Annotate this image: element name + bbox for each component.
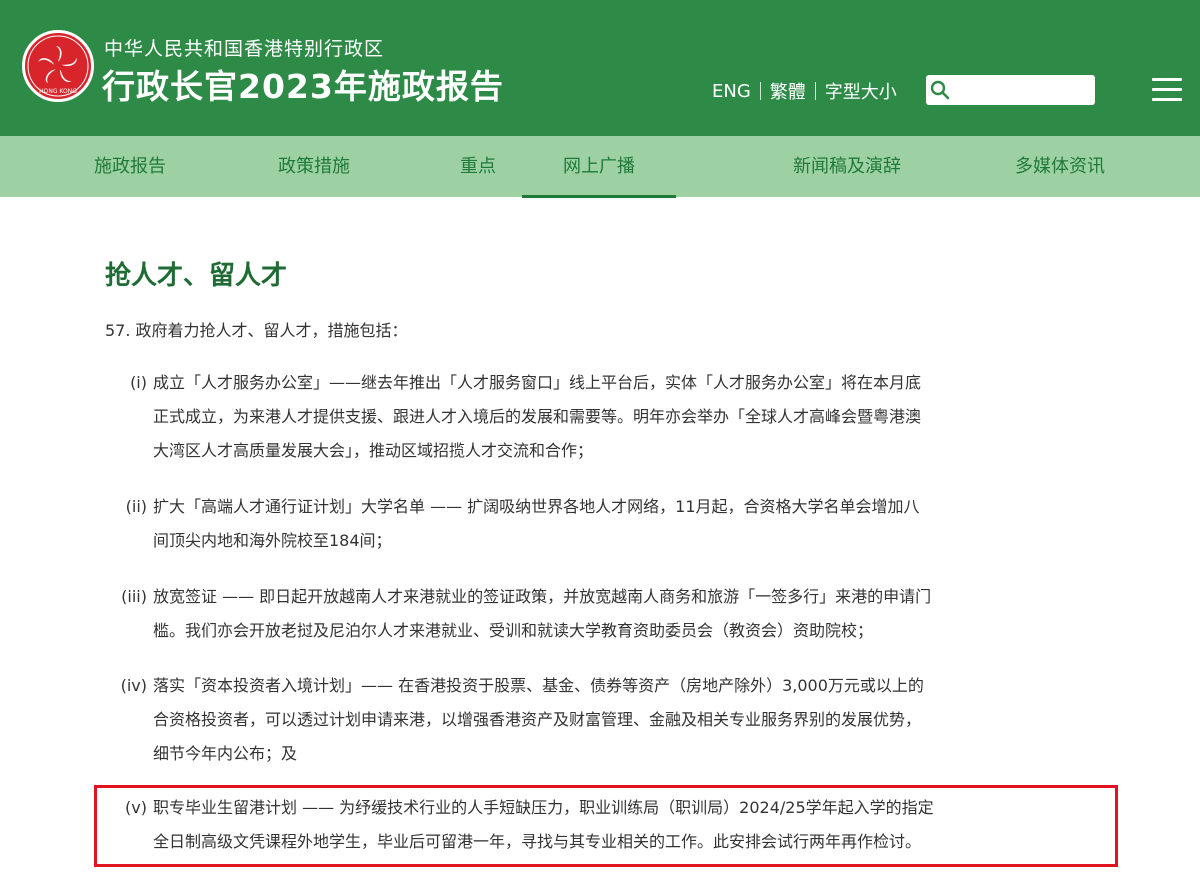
item-number: (ii) <box>125 497 147 516</box>
language-bar: ENG 繁體 字型大小 <box>712 78 897 104</box>
lang-divider <box>759 82 761 100</box>
site-header: HONG KONG 中华人民共和国香港特别行政区 行政长官2023年施政报告 E… <box>0 0 1200 136</box>
item-line: 放宽签证 —— 即日起开放越南人才来港就业的签证政策，并放宽越南人商务和旅游「一… <box>153 587 932 606</box>
item-line: 成立「人才服务办公室」——继去年推出「人才服务窗口」线上平台后，实体「人才服务办… <box>153 373 922 392</box>
hamburger-menu-icon[interactable] <box>1152 78 1182 102</box>
nav-item-highlights[interactable]: 重点 <box>440 136 516 197</box>
nav-item-policy-address[interactable]: 施政报告 <box>72 136 188 197</box>
nav-item-multimedia[interactable]: 多媒体资讯 <box>996 136 1124 197</box>
search-input[interactable] <box>954 79 1090 101</box>
item-number: (iv) <box>120 676 147 695</box>
item-text: 成立「人才服务办公室」——继去年推出「人才服务窗口」线上平台后，实体「人才服务办… <box>153 366 1095 468</box>
item-line: 间顶尖内地和海外院校至184间； <box>153 531 392 550</box>
nav-item-webcast[interactable]: 网上广播 <box>522 136 676 198</box>
item-number: (i) <box>130 373 147 392</box>
nav-item-policy-measures[interactable]: 政策措施 <box>256 136 372 197</box>
item-text: 扩大「高端人才通行证计划」大学名单 —— 扩阔吸纳世界各地人才网络，11月起，合… <box>153 490 1095 558</box>
item-line: 正式成立，为来港人才提供支援、跟进人才入境后的发展和需要等。明年亦会举办「全球人… <box>153 407 922 426</box>
emblem-text: HONG KONG <box>39 88 77 95</box>
measure-item-iii: (iii) 放宽签证 —— 即日起开放越南人才来港就业的签证政策，并放宽越南人商… <box>105 580 1095 648</box>
measure-item-iv: (iv) 落实「资本投资者入境计划」—— 在香港投资于股票、基金、债券等资产（房… <box>105 669 1095 771</box>
item-text: 落实「资本投资者入境计划」—— 在香港投资于股票、基金、债券等资产（房地产除外）… <box>153 669 1095 771</box>
item-line: 槛。我们亦会开放老挝及尼泊尔人才来港就业、受训和就读大学教育资助委员会（教资会）… <box>153 621 874 640</box>
page-site-title[interactable]: 行政长官2023年施政报告 <box>102 60 504 108</box>
item-line: 合资格投资者，可以透过计划申请来港，以增强香港资产及财富管理、金融及相关专业服务… <box>153 710 922 729</box>
item-text: 放宽签证 —— 即日起开放越南人才来港就业的签证政策，并放宽越南人商务和旅游「一… <box>153 580 1095 648</box>
region-subtitle: 中华人民共和国香港特别行政区 <box>104 38 385 60</box>
font-size-link[interactable]: 字型大小 <box>825 78 897 104</box>
search-box[interactable] <box>926 75 1095 105</box>
lang-divider <box>814 82 816 100</box>
intro-paragraph: 57. 政府着力抢人才、留人才，措施包括： <box>105 321 408 340</box>
hksar-emblem-icon[interactable]: HONG KONG <box>22 30 94 102</box>
menu-bar-bottom <box>1152 98 1182 101</box>
measure-item-ii: (ii) 扩大「高端人才通行证计划」大学名单 —— 扩阔吸纳世界各地人才网络，1… <box>105 490 1095 558</box>
nav-item-press-releases[interactable]: 新闻稿及演辞 <box>774 136 920 197</box>
item-line: 落实「资本投资者入境计划」—— 在香港投资于股票、基金、债券等资产（房地产除外）… <box>153 676 924 695</box>
item-line: 大湾区人才高质量发展大会」，推动区域招揽人才交流和合作； <box>153 441 594 460</box>
item-line: 细节今年内公布；及 <box>153 744 298 763</box>
main-nav: 施政报告 政策措施 重点 网上广播 新闻稿及演辞 多媒体资讯 <box>0 136 1200 198</box>
highlight-box <box>94 785 1118 867</box>
bauhinia-emblem-graphic: HONG KONG <box>27 35 89 97</box>
menu-bar-middle <box>1152 88 1182 91</box>
section-title: 抢人才、留人才 <box>105 261 288 291</box>
measure-item-i: (i) 成立「人才服务办公室」——继去年推出「人才服务窗口」线上平台后，实体「人… <box>105 366 1095 468</box>
search-icon[interactable] <box>930 80 950 100</box>
lang-traditional-link[interactable]: 繁體 <box>770 78 806 104</box>
item-line: 扩大「高端人才通行证计划」大学名单 —— 扩阔吸纳世界各地人才网络，11月起，合… <box>153 497 920 516</box>
lang-eng-link[interactable]: ENG <box>712 81 751 102</box>
item-number: (iii) <box>121 587 147 606</box>
menu-bar-top <box>1152 78 1182 81</box>
